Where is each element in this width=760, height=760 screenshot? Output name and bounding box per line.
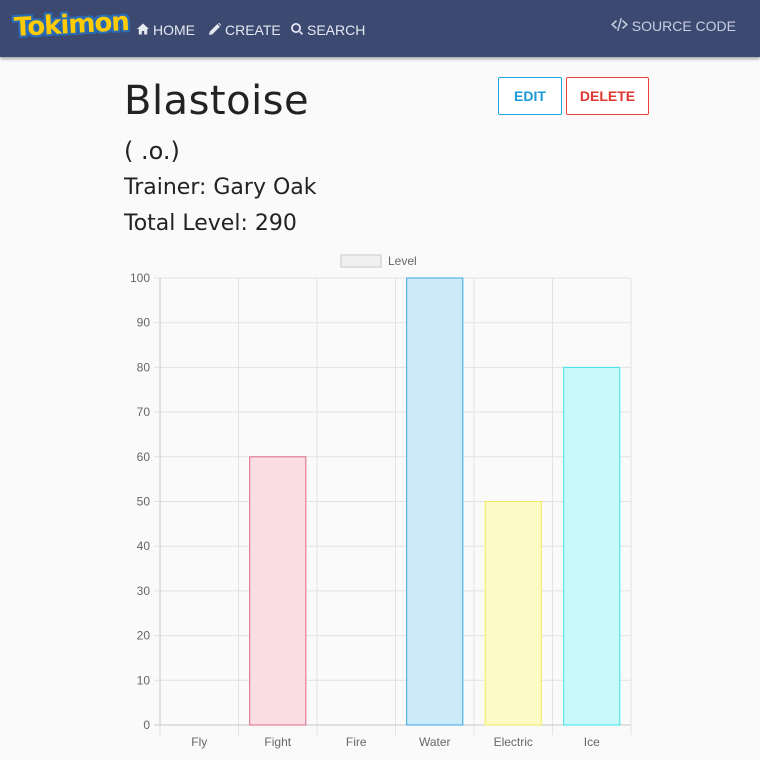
y-tick-label: 70 — [137, 405, 151, 419]
pokemon-name-heading: Blastoise — [124, 78, 310, 124]
y-tick-label: 100 — [130, 271, 150, 285]
edit-button[interactable]: EDIT — [498, 77, 562, 115]
y-tick-label: 40 — [137, 539, 151, 553]
bar-fight — [249, 456, 307, 726]
pokemon-total-level: Total Level: 290 — [124, 211, 297, 236]
pokemon-trainer: Trainer: Gary Oak — [124, 175, 317, 200]
x-tick-label: Water — [419, 735, 451, 749]
bar-ice — [563, 366, 621, 726]
nav-create-link[interactable]: CREATE — [209, 22, 281, 38]
nav-home-label: HOME — [153, 22, 195, 38]
nav-search-link[interactable]: SEARCH — [291, 22, 365, 38]
nav-source-code-link[interactable]: SOURCE CODE — [610, 18, 736, 34]
x-tick-label: Fly — [191, 735, 207, 749]
nav-home-link[interactable]: HOME — [137, 22, 195, 38]
x-tick-label: Electric — [494, 735, 533, 749]
pencil-icon — [209, 22, 222, 38]
code-icon — [610, 18, 628, 34]
y-tick-label: 80 — [137, 360, 151, 374]
legend-swatch — [340, 254, 382, 268]
nav-create-label: CREATE — [225, 22, 281, 38]
y-tick-label: 0 — [143, 718, 150, 732]
tokimon-logo[interactable]: Tokimon — [13, 7, 129, 43]
pokemon-face: ( .o.) — [124, 137, 180, 165]
bar-electric — [484, 501, 542, 726]
level-bar-chart: 0 10 20 30 40 50 60 70 80 90 100 Fly Fight Fire Water E… — [130, 254, 632, 749]
y-tick-label: 60 — [137, 450, 151, 464]
x-tick-label: Ice — [584, 735, 600, 749]
delete-button[interactable]: DELETE — [566, 77, 649, 115]
x-tick-label: Fight — [264, 735, 291, 749]
nav-search-label: SEARCH — [307, 22, 366, 38]
bar-water — [406, 277, 464, 726]
legend-label: Level — [388, 254, 417, 268]
y-tick-label: 10 — [137, 673, 151, 687]
y-tick-label: 20 — [137, 629, 151, 643]
x-tick-label: Fire — [346, 735, 367, 749]
y-tick-label: 50 — [137, 495, 151, 509]
y-tick-label: 90 — [137, 316, 151, 330]
top-navbar: Tokimon HOME CREATE SEARCH SOURCE CODE — [0, 0, 760, 57]
search-icon — [291, 22, 303, 38]
nav-source-code-label: SOURCE CODE — [631, 18, 736, 34]
y-tick-label: 30 — [137, 584, 151, 598]
home-icon — [137, 22, 149, 38]
